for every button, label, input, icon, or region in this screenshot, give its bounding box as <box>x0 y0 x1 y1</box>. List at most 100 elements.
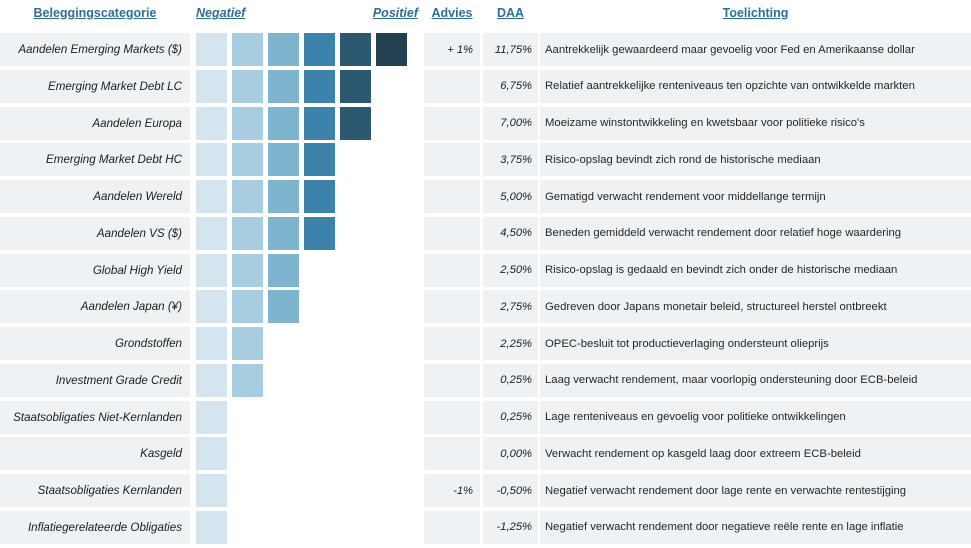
daa-value: 4,50% <box>483 216 538 250</box>
advies-value <box>424 437 480 471</box>
toelichting-text: Negatief verwacht rendement door negatie… <box>540 510 971 544</box>
daa-value: 6,75% <box>483 69 538 103</box>
rating-swatch <box>196 180 227 214</box>
table-row: Grondstoffen 2,25% OPEC-besluit tot produc… <box>0 325 971 362</box>
rating-bar <box>196 290 418 324</box>
toelichting-text: Relatief aantrekkelijke renteniveaus ten… <box>540 69 971 103</box>
toelichting-text: Aantrekkelijk gewaardeerd maar gevoelig … <box>540 33 971 66</box>
category-label: Staatsobligaties Niet-Kernlanden <box>0 400 190 434</box>
rating-swatch <box>196 143 227 177</box>
advies-value <box>424 143 480 177</box>
advies-value <box>424 400 480 434</box>
advies-value: -1% <box>424 474 480 508</box>
rating-swatch <box>268 290 299 324</box>
daa-value: -1,25% <box>483 510 538 544</box>
table-header-row: Beleggingscategorie Negatief Positief Ad… <box>0 0 971 31</box>
column-header-toelichting: Toelichting <box>722 6 789 20</box>
category-label: Emerging Market Debt LC <box>0 69 190 103</box>
advies-value <box>424 363 480 397</box>
category-label: Global High Yield <box>0 253 190 287</box>
rating-swatch <box>196 437 227 471</box>
rating-swatch <box>232 327 263 361</box>
column-header-advies: Advies <box>431 6 473 20</box>
rating-bar <box>196 33 418 66</box>
rating-swatch <box>268 33 299 66</box>
rating-bar <box>196 143 418 177</box>
table-row: Investment Grade Credit 0,25% Laag verwach… <box>0 361 971 399</box>
table-row: Aandelen VS ($) 4,50% Beneden gemiddeld ve… <box>0 214 971 252</box>
daa-value: -0,50% <box>483 474 538 508</box>
toelichting-text: Gedreven door Japans monetair beleid, st… <box>540 290 971 324</box>
advies-value <box>424 69 480 103</box>
rating-swatch <box>196 327 227 361</box>
category-label: Kasgeld <box>0 437 190 471</box>
rating-swatch <box>232 363 263 397</box>
category-label: Aandelen Europa <box>0 106 190 140</box>
advies-value <box>424 327 480 361</box>
table-row: Emerging Market Debt LC 6,75% Relatief aan… <box>0 67 971 105</box>
toelichting-text: Verwacht rendement op kasgeld laag door … <box>540 437 971 471</box>
rating-swatch <box>304 69 335 103</box>
category-label: Aandelen Japan (¥) <box>0 290 190 324</box>
rating-swatch <box>196 216 227 250</box>
advies-value <box>424 290 480 324</box>
rating-swatch <box>196 253 227 287</box>
rating-swatch <box>268 180 299 214</box>
daa-value: 11,75% <box>483 33 538 66</box>
daa-value: 0,25% <box>483 363 538 397</box>
table-row: Aandelen Europa 7,00% Moeizame winstontwik… <box>0 104 971 142</box>
rating-swatch <box>196 290 227 324</box>
advies-value <box>424 106 480 140</box>
rating-swatch <box>304 33 335 66</box>
table-row: Inflatiegerelateerde Obligaties -1,25% Neg… <box>0 508 971 546</box>
category-label: Investment Grade Credit <box>0 363 190 397</box>
advies-value <box>424 510 480 544</box>
toelichting-text: Gematigd verwacht rendement voor middell… <box>540 180 971 214</box>
rating-swatch <box>340 33 371 66</box>
daa-value: 3,75% <box>483 143 538 177</box>
advies-value <box>424 180 480 214</box>
rating-swatch <box>196 474 227 508</box>
table-row: Aandelen Wereld 5,00% Gematigd verwacht re… <box>0 178 971 215</box>
daa-value: 0,25% <box>483 400 538 434</box>
rating-bar <box>196 363 418 397</box>
rating-bar <box>196 400 418 434</box>
daa-value: 0,00% <box>483 437 538 471</box>
toelichting-text: OPEC-besluit tot productieverlaging onde… <box>540 327 971 361</box>
rating-bar <box>196 106 418 140</box>
rating-bar <box>196 69 418 103</box>
rating-swatch <box>232 290 263 324</box>
toelichting-text: Moeizame winstontwikkeling en kwetsbaar … <box>540 106 971 140</box>
rating-swatch <box>268 253 299 287</box>
toelichting-text: Risico-opslag bevindt zich rond de histo… <box>540 143 971 177</box>
rating-swatch <box>268 69 299 103</box>
rating-swatch <box>340 106 371 140</box>
rating-swatch <box>268 216 299 250</box>
rating-swatch <box>232 180 263 214</box>
rating-swatch <box>196 363 227 397</box>
toelichting-text: Risico-opslag is gedaald en bevindt zich… <box>540 253 971 287</box>
rating-bar <box>196 437 418 471</box>
rating-swatch <box>232 253 263 287</box>
rating-swatch <box>196 69 227 103</box>
rating-swatch <box>376 33 407 66</box>
rating-bar <box>196 510 418 544</box>
rating-swatch <box>196 510 227 544</box>
toelichting-text: Lage renteniveaus en gevoelig voor polit… <box>540 400 971 434</box>
category-label: Emerging Market Debt HC <box>0 143 190 177</box>
table-row: Aandelen Emerging Markets ($) + 1% 11,75% A… <box>0 31 971 68</box>
toelichting-text: Laag verwacht rendement, maar voorlopig … <box>540 363 971 397</box>
advies-value: + 1% <box>424 33 480 66</box>
rating-bar <box>196 474 418 508</box>
scale-label-negatief: Negatief <box>196 6 246 20</box>
rating-swatch <box>196 106 227 140</box>
daa-value: 2,50% <box>483 253 538 287</box>
column-header-beleggingscategorie: Beleggingscategorie <box>33 6 157 20</box>
table-row: Aandelen Japan (¥) 2,75% Gedreven door Jap… <box>0 288 971 326</box>
daa-value: 7,00% <box>483 106 538 140</box>
rating-swatch <box>196 33 227 66</box>
rating-swatch <box>232 33 263 66</box>
rating-bar <box>196 216 418 250</box>
rating-swatch <box>340 69 371 103</box>
category-label: Staatsobligaties Kernlanden <box>0 474 190 508</box>
